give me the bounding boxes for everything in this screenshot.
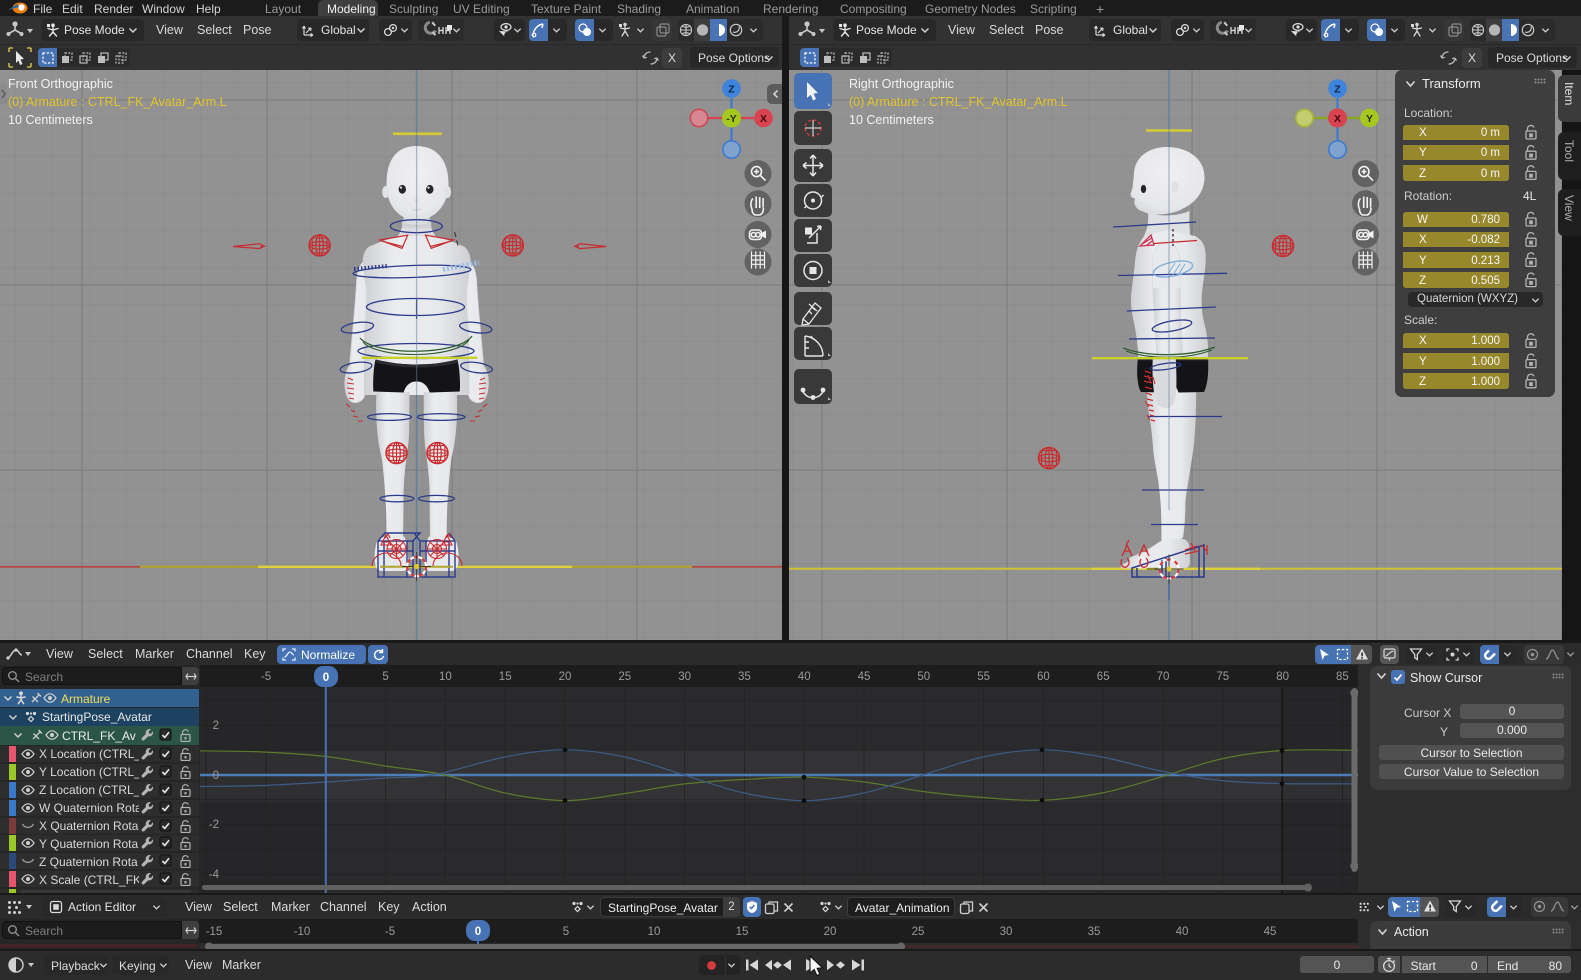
svg-text:Z: Z [728, 84, 735, 96]
svg-text:Y: Y [1366, 113, 1373, 125]
svg-text:15: 15 [736, 926, 749, 938]
svg-text:-5: -5 [261, 671, 271, 683]
svg-text:65: 65 [1097, 671, 1110, 683]
svg-text:X: X [760, 113, 767, 125]
svg-text:35: 35 [1088, 926, 1101, 938]
svg-text:Front Orthographic: Front Orthographic [8, 77, 113, 91]
svg-text:20: 20 [559, 671, 572, 683]
svg-text:2: 2 [213, 720, 219, 732]
svg-text:45: 45 [1264, 926, 1277, 938]
svg-text:30: 30 [1000, 926, 1013, 938]
svg-text:X: X [1334, 113, 1341, 125]
svg-text:-10: -10 [294, 926, 311, 938]
svg-text:35: 35 [738, 671, 751, 683]
svg-text:40: 40 [798, 671, 811, 683]
svg-text:20: 20 [824, 926, 837, 938]
svg-text:0: 0 [475, 926, 481, 938]
svg-text:60: 60 [1037, 671, 1050, 683]
svg-text:40: 40 [1176, 926, 1189, 938]
svg-text:75: 75 [1216, 671, 1229, 683]
svg-text:Right Orthographic: Right Orthographic [849, 77, 954, 91]
svg-text:25: 25 [618, 671, 631, 683]
svg-text:80: 80 [1276, 671, 1289, 683]
svg-text:85: 85 [1336, 671, 1349, 683]
svg-text:45: 45 [858, 671, 871, 683]
svg-text:0: 0 [323, 672, 329, 684]
svg-text:30: 30 [678, 671, 691, 683]
svg-text:10: 10 [648, 926, 661, 938]
svg-text:70: 70 [1157, 671, 1170, 683]
svg-text:-Y: -Y [726, 113, 737, 125]
svg-text:0: 0 [213, 770, 219, 782]
svg-text:50: 50 [917, 671, 930, 683]
svg-text:(0) Armature : CTRL_FK_Avatar_: (0) Armature : CTRL_FK_Avatar_Arm.L [8, 95, 227, 109]
svg-text:(0) Armature : CTRL_FK_Avatar_: (0) Armature : CTRL_FK_Avatar_Arm.L [849, 95, 1068, 109]
svg-text:5: 5 [563, 926, 569, 938]
svg-text:-2: -2 [209, 819, 219, 831]
svg-text:25: 25 [912, 926, 925, 938]
svg-text:10 Centimeters: 10 Centimeters [8, 113, 93, 127]
svg-text:15: 15 [499, 671, 512, 683]
svg-text:-5: -5 [385, 926, 395, 938]
svg-text:-4: -4 [209, 869, 220, 881]
svg-text:55: 55 [977, 671, 990, 683]
svg-text:10 Centimeters: 10 Centimeters [849, 113, 934, 127]
svg-text:5: 5 [382, 671, 388, 683]
svg-text:-15: -15 [206, 926, 223, 938]
svg-text:Z: Z [1334, 84, 1341, 96]
svg-text:10: 10 [439, 671, 452, 683]
